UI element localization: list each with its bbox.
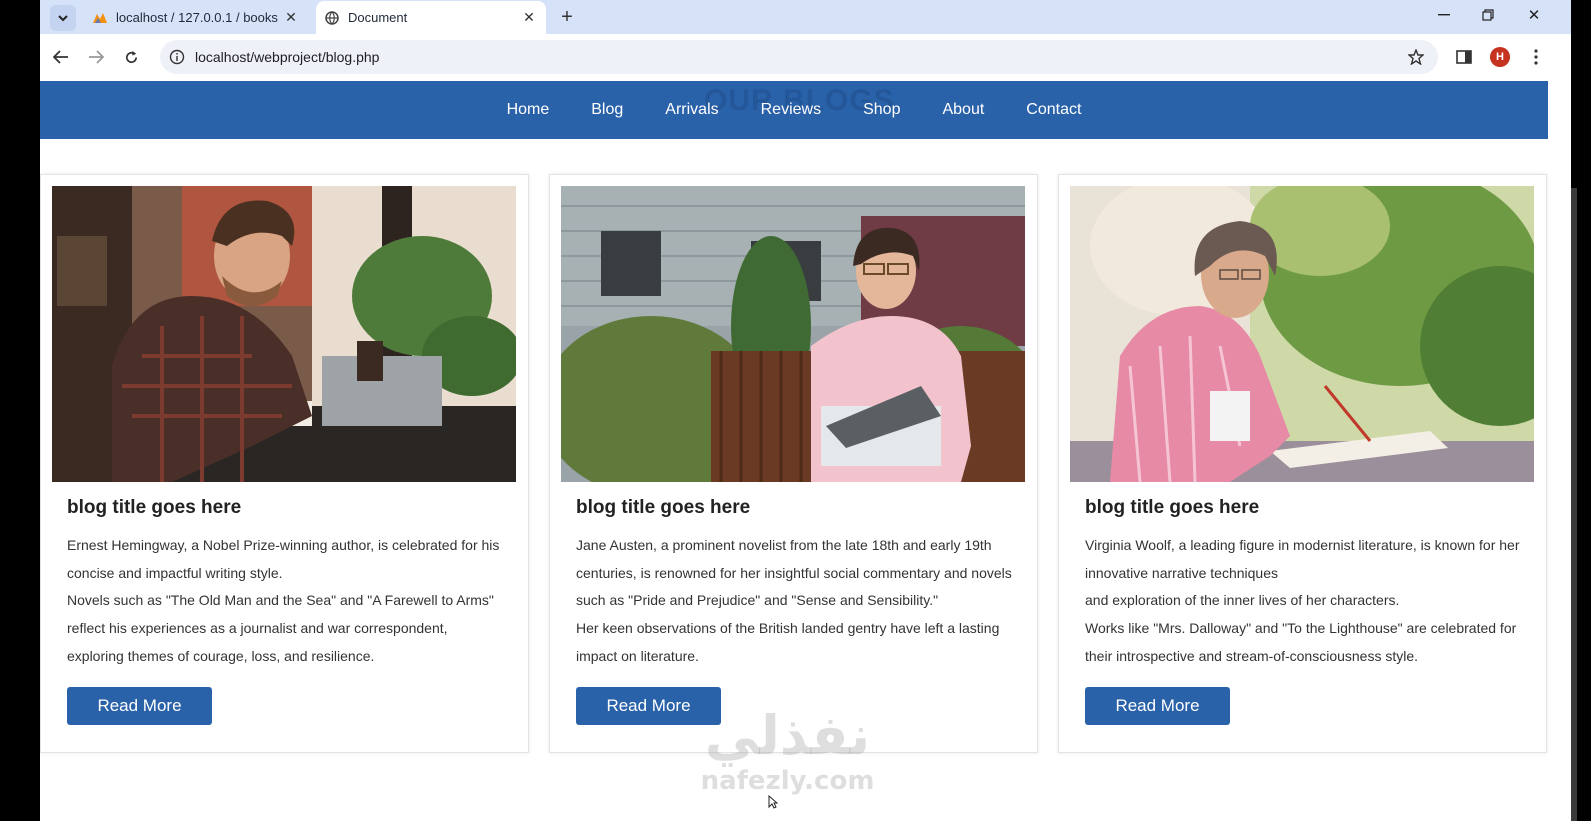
blog-title: blog title goes here [1085,497,1260,518]
nav-home[interactable]: Home [507,101,550,119]
read-more-button[interactable]: Read More [1085,687,1230,725]
nav-arrivals[interactable]: Arrivals [665,101,718,119]
close-window-icon[interactable]: ✕ [1512,0,1556,30]
restore-window-icon[interactable] [1466,0,1510,30]
excerpt-line: centuries, is renowned for her insightfu… [576,564,1012,581]
profile-avatar[interactable]: H [1490,47,1510,67]
excerpt-line: innovative narrative techniques [1085,564,1279,581]
new-tab-plus-icon[interactable]: + [554,4,580,30]
excerpt-line: Virginia Woolf, a leading figure in mode… [1085,537,1520,553]
excerpt-line: impact on literature. [576,647,699,664]
minimize-window-icon[interactable] [1422,0,1466,30]
site-info-icon[interactable] [166,46,188,68]
excerpt-line: their introspective and stream-of-consci… [1085,647,1419,664]
tab-search-chevron-icon[interactable] [50,5,76,31]
excerpt-line: concise and impactful writing style. [67,564,283,581]
excerpt-line: Novels such as "The Old Man and the Sea"… [67,592,494,609]
blog-card: blog title goes here Virginia Woolf, a l… [1058,174,1547,753]
excerpt-line: Her keen observations of the British lan… [576,620,1000,637]
watermark-latin: nafezly.com [700,766,875,796]
nav-reviews[interactable]: Reviews [761,101,821,119]
blog-excerpt: Jane Austen, a prominent novelist from t… [576,532,1026,671]
nav-contact[interactable]: Contact [1026,101,1081,119]
nav-shop[interactable]: Shop [863,101,900,119]
browser-menu-icon[interactable] [1522,43,1550,71]
side-panel-icon[interactable] [1450,43,1478,71]
excerpt-line: reflect his experiences as a journalist … [67,620,448,637]
excerpt-line: Ernest Hemingway, a Nobel Prize-winning … [67,537,500,553]
browser-tab-phpmyadmin[interactable]: localhost / 127.0.0.1 / books / u ✕ [84,1,308,34]
blog-excerpt: Ernest Hemingway, a Nobel Prize-winning … [67,532,517,671]
browser-tab-strip: localhost / 127.0.0.1 / books / u ✕ Docu… [40,0,1571,34]
excerpt-line: such as "Pride and Prejudice" and "Sense… [576,592,939,609]
forward-arrow-icon[interactable] [82,43,110,71]
page-scrollbar[interactable] [1571,188,1577,821]
excerpt-line: Jane Austen, a prominent novelist from t… [576,537,992,553]
phpmyadmin-icon [92,10,108,26]
blog-card: blog title goes here Jane Austen, a prom… [549,174,1038,753]
blog-card: blog title goes here Ernest Hemingway, a… [40,174,529,753]
excerpt-line: exploring themes of courage, loss, and r… [67,647,375,664]
excerpt-line: and exploration of the inner lives of he… [1085,592,1400,609]
tab-title: Document [348,10,408,25]
read-more-button[interactable]: Read More [576,687,721,725]
address-bar[interactable]: localhost/webproject/blog.php [160,40,1438,74]
reload-icon[interactable] [117,43,145,71]
bookmark-star-icon[interactable] [1402,43,1430,71]
blog-title: blog title goes here [67,497,242,518]
close-tab-icon[interactable]: ✕ [280,9,302,26]
nav-blog[interactable]: Blog [591,101,623,119]
blog-photo-man-writing [52,186,516,482]
blog-title: blog title goes here [576,497,751,518]
read-more-button[interactable]: Read More [67,687,212,725]
screen-left-edge [0,0,40,821]
blog-excerpt: Virginia Woolf, a leading figure in mode… [1085,532,1535,671]
browser-toolbar: localhost/webproject/blog.php H [40,34,1571,80]
excerpt-line: Works like "Mrs. Dalloway" and "To the L… [1085,620,1517,637]
tab-title: localhost / 127.0.0.1 / books / u [116,10,280,25]
browser-tab-document[interactable]: Document ✕ [316,1,546,34]
globe-icon [324,10,340,26]
site-navbar: OUR BLOGS Home Blog Arrivals Reviews Sho… [40,81,1548,139]
mouse-cursor-icon [768,794,779,812]
close-tab-icon[interactable]: ✕ [518,9,540,26]
address-url: localhost/webproject/blog.php [195,49,380,65]
nav-about[interactable]: About [942,101,984,119]
back-arrow-icon[interactable] [47,43,75,71]
blog-photo-woman-notebook [561,186,1025,482]
blog-photo-older-woman-writing [1070,186,1534,482]
